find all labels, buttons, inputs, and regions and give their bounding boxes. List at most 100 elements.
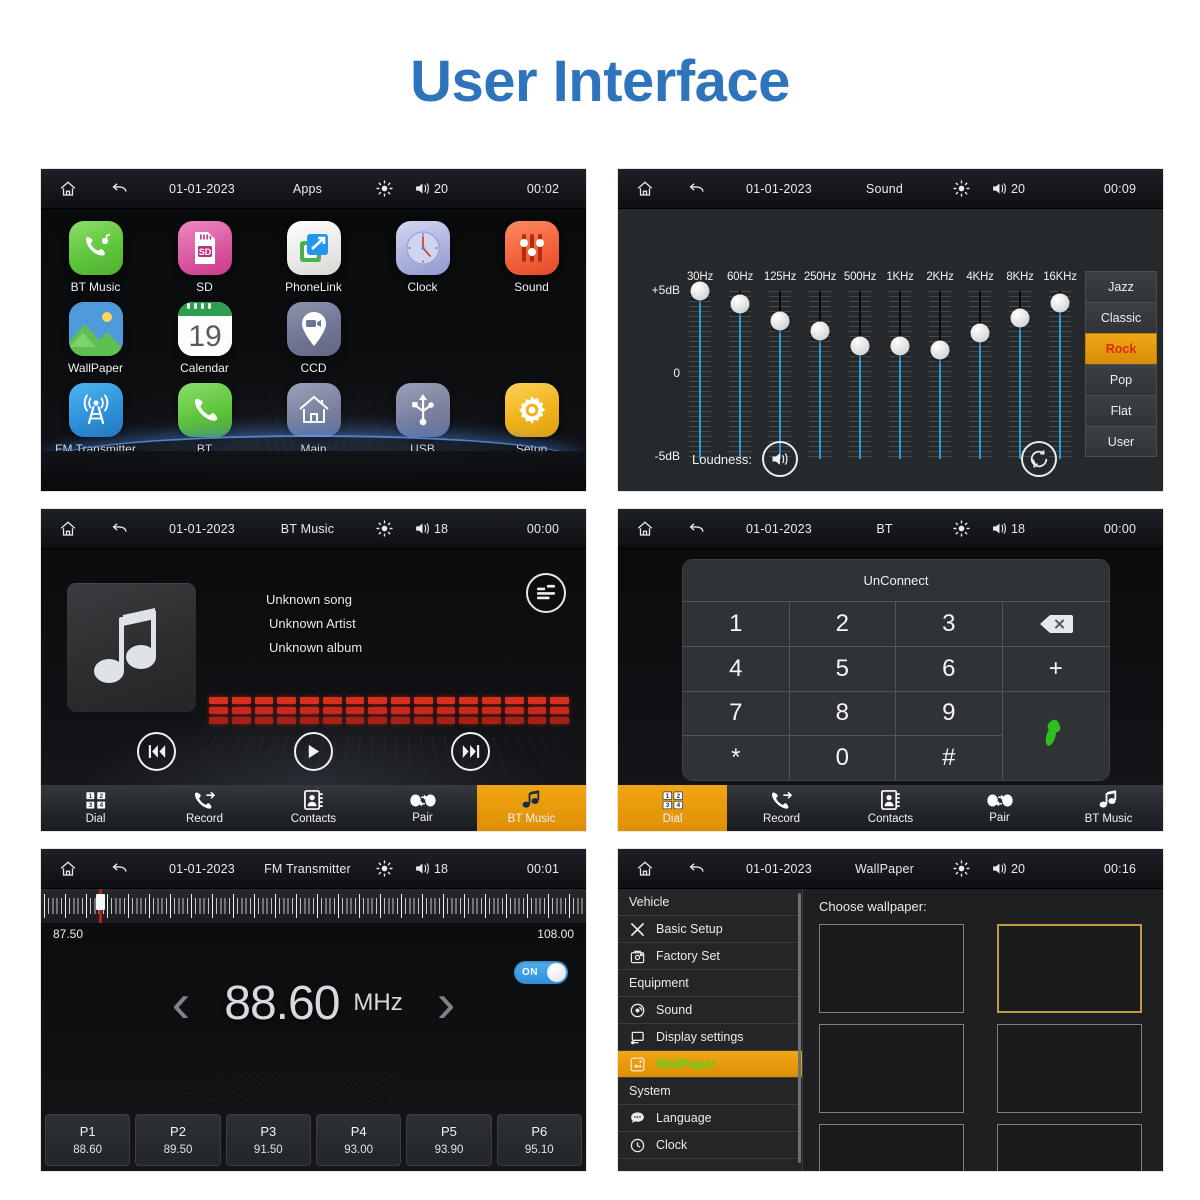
volume-indicator[interactable]: 18 [414, 521, 500, 536]
previous-track-button[interactable] [137, 732, 176, 771]
play-button[interactable] [294, 732, 333, 771]
loudness-control[interactable]: Loudness: [692, 441, 798, 477]
tab-dial[interactable]: 1 2 3 4 Dial [618, 785, 727, 831]
sidebar-item-clock[interactable]: Clock [618, 1132, 802, 1159]
frequency-ruler[interactable] [41, 889, 586, 923]
eq-slider-knob[interactable] [890, 336, 910, 356]
app-bt-music[interactable]: BT Music [41, 217, 150, 294]
sidebar-item-language[interactable]: Language [618, 1105, 802, 1132]
eq-slider-knob[interactable] [810, 321, 830, 341]
brightness-icon[interactable] [354, 180, 414, 197]
dial-key-6[interactable]: 6 [896, 646, 1003, 692]
back-arrow-icon[interactable] [672, 519, 720, 538]
sidebar-item-basic-setup[interactable]: Basic Setup [618, 916, 802, 943]
brightness-icon[interactable] [931, 860, 991, 877]
eq-slider-knob[interactable] [690, 281, 710, 301]
app-ccd[interactable]: CCD [259, 298, 368, 375]
volume-indicator[interactable]: 20 [414, 181, 500, 196]
dial-key-4[interactable]: 4 [683, 646, 790, 692]
chevron-left-icon[interactable]: ‹ [172, 975, 191, 1031]
back-arrow-icon[interactable] [672, 859, 720, 878]
volume-indicator[interactable]: 18 [414, 861, 500, 876]
eq-preset-jazz[interactable]: Jazz [1085, 271, 1157, 302]
tab-dial[interactable]: 1 2 3 4 Dial [41, 785, 150, 831]
sidebar-item-sound[interactable]: Sound [618, 997, 802, 1024]
sidebar-item-factory-set[interactable]: Factory Set [618, 943, 802, 970]
dial-key-7[interactable]: 7 [683, 691, 790, 737]
app-calendar[interactable]: 19 Calendar [150, 298, 259, 375]
next-track-button[interactable] [451, 732, 490, 771]
eq-slider-knob[interactable] [970, 323, 990, 343]
eq-slider-30Hz[interactable] [680, 281, 720, 459]
eq-slider-60Hz[interactable] [720, 291, 760, 459]
home-icon[interactable] [41, 860, 95, 878]
fm-preset-p3[interactable]: P3 91.50 [225, 1114, 311, 1166]
backspace-icon[interactable] [1002, 602, 1109, 647]
fm-preset-p2[interactable]: P2 89.50 [135, 1114, 221, 1166]
eq-preset-pop[interactable]: Pop [1085, 364, 1157, 395]
eq-preset-user[interactable]: User [1085, 426, 1157, 457]
chevron-right-icon[interactable]: › [437, 975, 456, 1031]
fm-preset-p1[interactable]: P1 88.60 [45, 1114, 131, 1166]
sidebar-scrollbar[interactable] [798, 893, 801, 1163]
fm-preset-p6[interactable]: P6 95.10 [496, 1114, 582, 1166]
back-arrow-icon[interactable] [95, 519, 143, 538]
eq-slider-knob[interactable] [1010, 308, 1030, 328]
dial-key-2[interactable]: 2 [789, 602, 896, 647]
dial-key-5[interactable]: 5 [789, 646, 896, 692]
loudness-speaker-icon[interactable] [762, 441, 798, 477]
home-icon[interactable] [618, 180, 672, 198]
wallpaper-thumbnail[interactable] [997, 924, 1142, 1013]
tab-record[interactable]: Record [150, 785, 259, 831]
sidebar-item-wallpaper[interactable]: WallPaper [618, 1051, 802, 1078]
settings-sidebar[interactable]: Vehicle Basic Setup Factory Set Equipment So… [618, 889, 803, 1171]
eq-slider-knob[interactable] [1050, 293, 1070, 313]
eq-preset-classic[interactable]: Classic [1085, 302, 1157, 333]
app-sd[interactable]: SD SD [150, 217, 259, 294]
dial-key-star[interactable]: * [683, 736, 790, 780]
eq-slider-250Hz[interactable] [800, 291, 840, 459]
brightness-icon[interactable] [354, 520, 414, 537]
reset-circle-icon[interactable] [1021, 441, 1057, 477]
brightness-icon[interactable] [354, 860, 414, 877]
sidebar-item-display-settings[interactable]: Display settings [618, 1024, 802, 1051]
volume-indicator[interactable]: 20 [991, 861, 1077, 876]
wallpaper-thumbnail[interactable] [997, 1024, 1142, 1113]
brightness-icon[interactable] [931, 180, 991, 197]
eq-slider-bank[interactable] [680, 281, 1080, 459]
eq-slider-2KHz[interactable] [920, 291, 960, 459]
brightness-icon[interactable] [931, 520, 991, 537]
eq-slider-1KHz[interactable] [880, 291, 920, 459]
volume-indicator[interactable]: 20 [991, 181, 1077, 196]
wallpaper-thumbnail[interactable] [819, 1024, 964, 1113]
eq-slider-knob[interactable] [930, 340, 950, 360]
fm-preset-p5[interactable]: P5 93.90 [406, 1114, 492, 1166]
dialpad-keys[interactable]: 1 2 3 4 5 6 +7 8 9 * 0 # [683, 602, 1109, 780]
dial-key-8[interactable]: 8 [789, 691, 896, 737]
call-handset-icon[interactable] [1002, 691, 1109, 780]
eq-slider-16KHz[interactable] [1040, 291, 1080, 459]
eq-slider-knob[interactable] [730, 294, 750, 314]
dial-key-3[interactable]: 3 [896, 602, 1003, 647]
app-clock[interactable]: Clock [368, 217, 477, 294]
back-arrow-icon[interactable] [95, 859, 143, 878]
wallpaper-thumbnail[interactable] [819, 924, 964, 1013]
tab-bt-music[interactable]: BT Music [477, 785, 586, 831]
app-sound[interactable]: Sound [477, 217, 586, 294]
dial-key-9[interactable]: 9 [896, 691, 1003, 737]
home-icon[interactable] [618, 860, 672, 878]
eq-preset-rock[interactable]: Rock [1085, 333, 1157, 364]
tab-record[interactable]: Record [727, 785, 836, 831]
back-arrow-icon[interactable] [672, 179, 720, 198]
equalizer-bars-icon[interactable] [526, 573, 566, 613]
playback-controls[interactable] [41, 732, 586, 771]
eq-preset-list[interactable]: Jazz Classic Rock Pop Flat User [1085, 271, 1157, 457]
wallpaper-thumbnail-grid[interactable] [819, 924, 1163, 1171]
tab-bt-music[interactable]: BT Music [1054, 785, 1163, 831]
app-wallpaper[interactable]: WallPaper [41, 298, 150, 375]
home-icon[interactable] [41, 520, 95, 538]
volume-indicator[interactable]: 18 [991, 521, 1077, 536]
app-phonelink[interactable]: PhoneLink [259, 217, 368, 294]
bt-tabbar[interactable]: 1 2 3 4 Dial Record Contacts Pair BT Music [618, 785, 1163, 831]
dial-key-hash[interactable]: # [896, 736, 1003, 780]
